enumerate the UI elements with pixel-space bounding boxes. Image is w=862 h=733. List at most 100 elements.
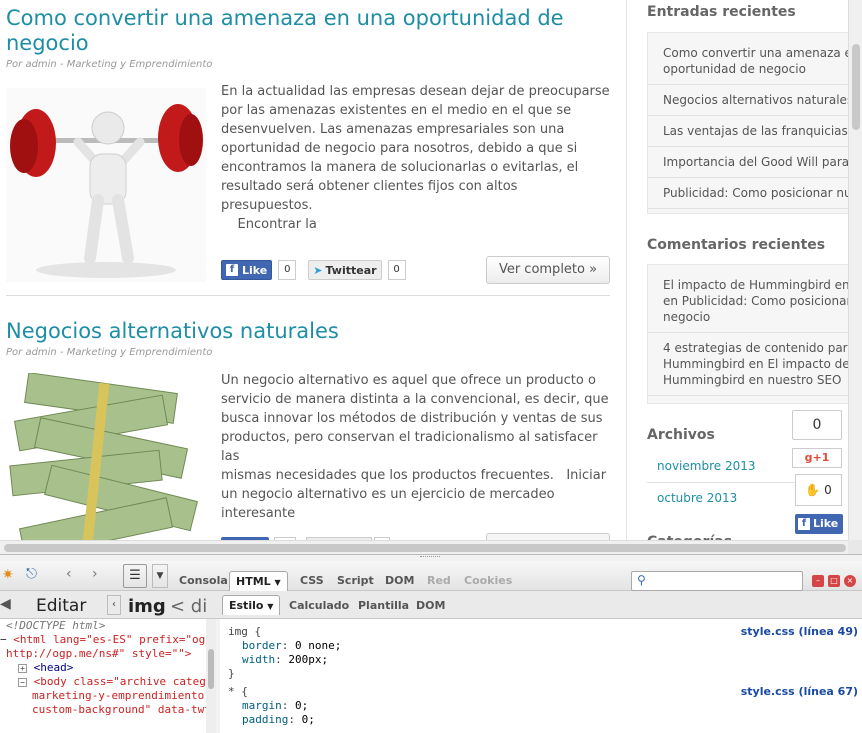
css-declaration[interactable]: margin: 0; xyxy=(228,699,862,713)
gplus-label: +1 xyxy=(812,451,830,464)
thumbs-count: 0 xyxy=(824,483,832,497)
collapse-icon[interactable]: − xyxy=(0,633,7,646)
breadcrumb-bar: ◀ Editar ‹ img < di Estilo ▼ Calculado P… xyxy=(0,591,862,619)
tab-style[interactable]: Estilo ▼ xyxy=(222,595,281,615)
scrollbar-thumb[interactable] xyxy=(4,544,846,552)
post-title-link[interactable]: Como convertir una amenaza en una oportu… xyxy=(6,6,610,56)
recent-post-link[interactable]: Negocios alternativos naturales xyxy=(648,85,862,116)
panel-list-icon[interactable]: ☰ xyxy=(123,564,147,588)
menu-dropdown-icon[interactable]: ▼ xyxy=(152,564,168,588)
excerpt-line: busca innovar los métodos de distribució… xyxy=(221,411,603,426)
resize-grip[interactable] xyxy=(420,556,440,559)
share-bar: f Like 0 ➤ Twittear 0 xyxy=(221,260,406,280)
post-title-line[interactable]: negocio xyxy=(6,31,610,56)
recent-post-link[interactable]: Las ventajas de las franquicias c xyxy=(648,116,862,147)
read-more-button[interactable]: Ver completo » xyxy=(486,256,610,284)
tab-net[interactable]: Red xyxy=(427,574,451,587)
excerpt-line: productos, pero conservan el tradicional… xyxy=(221,430,598,464)
post-thumbnail-weightlifter[interactable] xyxy=(6,88,206,282)
firebug-icon[interactable]: ✷ xyxy=(2,567,14,583)
scrollbar-thumb[interactable] xyxy=(208,649,214,689)
facebook-like-button[interactable]: f Like xyxy=(221,260,273,280)
collapse-icon[interactable]: − xyxy=(18,678,27,687)
excerpt-line: En la actualidad las empresas desean dej… xyxy=(221,84,610,99)
back-arrow-icon[interactable]: ‹ xyxy=(66,566,72,582)
breadcrumb-node[interactable]: img xyxy=(128,596,166,617)
css-rules: style.css (línea 49) img { border: 0 non… xyxy=(220,619,862,733)
expand-icon[interactable]: + xyxy=(18,664,27,673)
breadcrumb-left-icon[interactable]: ‹ xyxy=(107,595,121,615)
thumbs-up-counter[interactable]: ✋ 0 xyxy=(795,474,842,506)
close-icon[interactable]: × xyxy=(844,575,856,587)
archive-link[interactable]: noviembre 2013 xyxy=(657,459,755,473)
html-pane-scrollbar[interactable] xyxy=(206,619,216,733)
recent-post-link[interactable]: Importancia del Good Will para xyxy=(648,147,862,178)
tab-dom-side[interactable]: DOM xyxy=(416,599,445,612)
post: Negocios alternativos naturales Por admi… xyxy=(6,319,610,548)
comment-line[interactable]: en Publicidad: Como posicionar xyxy=(663,293,862,309)
css-declaration[interactable]: width: 200px; xyxy=(228,653,862,667)
comment-line[interactable]: negocio xyxy=(663,309,862,325)
tab-computed[interactable]: Calculado xyxy=(289,599,349,612)
tab-script[interactable]: Script xyxy=(337,574,374,587)
tab-cookies[interactable]: Cookies xyxy=(464,574,512,587)
excerpt-line: encontramos la manera de solucionarlas o… xyxy=(221,160,579,175)
recent-post-line[interactable]: Como convertir una amenaza e xyxy=(663,45,862,61)
tab-layout[interactable]: Plantilla xyxy=(358,599,409,612)
excerpt-line: interesante xyxy=(221,506,296,521)
thumbs-up-icon: ✋ xyxy=(805,483,821,497)
tab-css[interactable]: CSS xyxy=(300,574,324,587)
recent-posts-list: Como convertir una amenaza e oportunidad… xyxy=(647,32,862,214)
recent-post-link[interactable]: Publicidad: Como posicionar nu xyxy=(648,178,862,209)
tweet-button[interactable]: ➤ Twittear xyxy=(308,260,382,280)
html-node[interactable]: − <html lang="es-ES" prefix="og: xyxy=(0,633,215,647)
detach-icon[interactable]: □ xyxy=(828,575,840,587)
vertical-scrollbar[interactable] xyxy=(848,0,862,540)
body-node[interactable]: − <body class="archive categor xyxy=(0,675,215,689)
google-plus-button[interactable]: g+1 xyxy=(792,448,842,468)
css-source-link[interactable]: style.css (línea 67) xyxy=(741,685,858,699)
recent-comment[interactable]: El impacto de Hummingbird en en Publicid… xyxy=(648,265,862,333)
inspect-icon[interactable]: ⎋ xyxy=(26,566,37,582)
tab-style-label: Estilo xyxy=(229,599,264,612)
floating-share-box: 0 g+1 ✋ 0 f Like xyxy=(792,410,843,534)
recent-post-link[interactable]: Como convertir una amenaza e oportunidad… xyxy=(648,33,862,85)
edit-button[interactable]: Editar xyxy=(36,596,86,616)
recent-comment[interactable]: 4 estrategias de contenido para Hummingb… xyxy=(648,333,862,396)
css-declaration[interactable]: padding: 0; xyxy=(228,713,862,727)
archive-link[interactable]: octubre 2013 xyxy=(657,491,737,505)
facebook-like-button[interactable]: f Like xyxy=(795,514,843,534)
excerpt-line: oportunidad de negocio para nosotros, de… xyxy=(221,141,578,156)
post-meta: Por admin - Marketing y Emprendimiento xyxy=(6,347,213,358)
minimize-icon[interactable]: – xyxy=(812,575,824,587)
devtools-toolbar: ✷ ⎋ ‹ › ☰ ▼ Consola HTML ▼ CSS Script DO… xyxy=(0,561,862,591)
head-node[interactable]: + <head> xyxy=(0,661,215,675)
css-value: 0; xyxy=(295,699,309,712)
doctype-node[interactable]: <!DOCTYPE html> xyxy=(0,619,215,633)
breadcrumb-node[interactable]: < di xyxy=(170,596,207,617)
css-declaration[interactable]: border: 0 none; xyxy=(228,639,862,653)
chevron-down-icon: ▼ xyxy=(267,602,274,611)
comment-line[interactable]: Hummingbird en nuestro SEO xyxy=(663,372,862,388)
forward-arrow-icon[interactable]: › xyxy=(92,566,98,582)
css-property: border xyxy=(242,639,282,652)
excerpt-line: Un negocio alternativo es aquel que ofre… xyxy=(221,373,596,388)
post-title-line[interactable]: Como convertir una amenaza en una oportu… xyxy=(6,6,610,31)
scrollbar-thumb[interactable] xyxy=(852,44,860,130)
breadcrumb-arrow-icon[interactable]: ◀ xyxy=(0,596,11,612)
tab-console[interactable]: Consola xyxy=(179,574,228,587)
google-plus-icon: g xyxy=(804,451,813,464)
tab-dom[interactable]: DOM xyxy=(385,574,414,587)
comment-line[interactable]: Hummingbird en El impacto de xyxy=(663,356,862,372)
horizontal-scrollbar[interactable] xyxy=(0,540,848,554)
tab-html[interactable]: HTML ▼ xyxy=(229,571,288,591)
comment-line[interactable]: El impacto de Hummingbird en xyxy=(663,277,862,293)
css-source-link[interactable]: style.css (línea 49) xyxy=(741,625,858,639)
post-excerpt: Un negocio alternativo es aquel que ofre… xyxy=(221,371,613,523)
post-thumbnail-money[interactable] xyxy=(6,372,206,548)
widget-title-archives: Archivos xyxy=(647,427,715,443)
comment-line[interactable]: 4 estrategias de contenido para xyxy=(663,340,862,356)
recent-post-line[interactable]: oportunidad de negocio xyxy=(663,61,862,77)
search-input[interactable]: ⚲ xyxy=(631,571,803,591)
post-title-link[interactable]: Negocios alternativos naturales xyxy=(6,319,610,344)
